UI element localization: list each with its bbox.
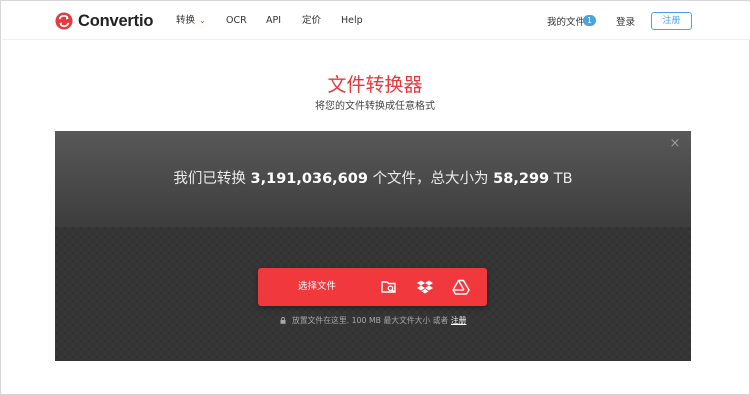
- close-icon[interactable]: ×: [669, 137, 681, 150]
- register-button[interactable]: 注册: [651, 12, 692, 30]
- login-link[interactable]: 登录: [616, 14, 635, 28]
- my-files-count-badge: 1: [583, 15, 596, 26]
- files-count: 3,191,036,609: [250, 171, 368, 187]
- top-navbar: Convertio 转换 ⌄ OCR API 定价 Help 我的文件 1 登录 …: [2, 2, 750, 40]
- hint-register-link[interactable]: 注册: [451, 316, 467, 325]
- page-frame: Convertio 转换 ⌄ OCR API 定价 Help 我的文件 1 登录 …: [0, 0, 750, 395]
- nav-ocr[interactable]: OCR: [226, 14, 247, 28]
- total-size: 58,299: [493, 171, 550, 187]
- stats-prefix: 我们已转换: [173, 171, 246, 187]
- choose-files-button[interactable]: 选择文件: [298, 279, 336, 295]
- google-drive-icon[interactable]: [452, 278, 470, 296]
- converter-panel: × 我们已转换 3,191,036,609 个文件，总大小为 58,299 TB…: [55, 131, 691, 361]
- my-files-link[interactable]: 我的文件: [547, 14, 585, 28]
- convertio-logo[interactable]: Convertio: [55, 11, 153, 31]
- folder-search-icon[interactable]: [380, 278, 398, 296]
- drop-hint-text: 放置文件在这里. 100 MB 最大文件大小 或者: [292, 316, 449, 325]
- logo-text: Convertio: [78, 11, 154, 30]
- stats-middle: 个文件，总大小为: [372, 171, 489, 187]
- dropbox-icon[interactable]: [416, 278, 434, 296]
- conversion-stats: 我们已转换 3,191,036,609 个文件，总大小为 58,299 TB: [55, 169, 691, 189]
- nav-convert[interactable]: 转换 ⌄: [176, 14, 206, 28]
- stats-banner: × 我们已转换 3,191,036,609 个文件，总大小为 58,299 TB: [55, 131, 691, 227]
- chevron-down-icon: ⌄: [199, 16, 206, 25]
- nav-convert-label: 转换: [176, 15, 196, 26]
- convertio-logo-icon: [55, 12, 73, 30]
- nav-pricing[interactable]: 定价: [302, 14, 321, 28]
- size-unit: TB: [553, 171, 573, 187]
- choose-files-bar: 选择文件: [258, 268, 487, 306]
- nav-help[interactable]: Help: [341, 14, 363, 28]
- drop-hint: 放置文件在这里. 100 MB 最大文件大小 或者 注册: [55, 315, 691, 326]
- nav-api[interactable]: API: [266, 14, 281, 28]
- page-subtitle: 将您的文件转换成任意格式: [315, 101, 435, 112]
- lock-icon: [280, 317, 286, 324]
- page-title: 文件转换器: [327, 74, 423, 96]
